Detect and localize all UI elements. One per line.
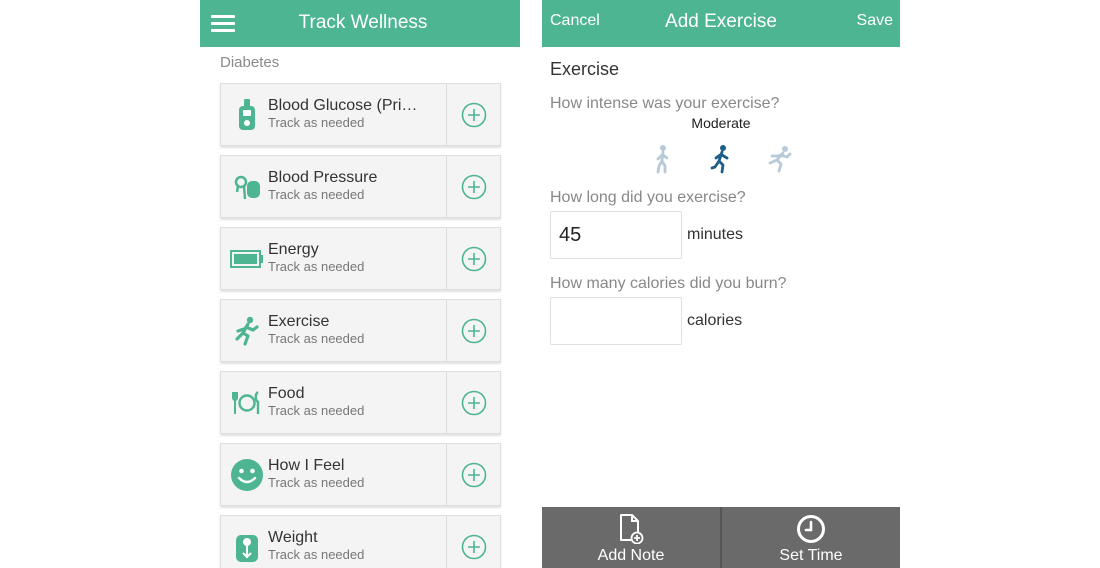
plus-circle-icon: [461, 246, 487, 271]
item-subtitle: Track as needed: [268, 547, 365, 562]
intensity-high-option[interactable]: [767, 144, 793, 174]
item-subtitle: Track as needed: [268, 115, 365, 130]
section-heading: Exercise: [550, 59, 620, 79]
intensity-question: How intense was your exercise?: [550, 95, 780, 112]
set-time-label: Set Time: [779, 547, 843, 564]
add-exercise-button[interactable]: [446, 300, 501, 361]
smiley-face-icon: [229, 457, 265, 493]
item-name: Blood Pressure: [268, 169, 378, 186]
add-food-button[interactable]: [446, 372, 501, 433]
item-subtitle: Track as needed: [268, 187, 365, 202]
plus-circle-icon: [461, 462, 487, 487]
item-name: Energy: [268, 241, 319, 258]
save-button[interactable]: Save: [857, 12, 893, 30]
clock-icon: [796, 514, 826, 549]
page-title: Add Exercise: [665, 11, 777, 32]
calories-unit-label: calories: [687, 312, 743, 329]
list-item-how-i-feel[interactable]: How I Feel Track as needed: [220, 443, 501, 506]
plate-utensils-icon: [229, 385, 265, 421]
calories-input[interactable]: [550, 297, 682, 345]
intensity-value: Moderate: [691, 115, 751, 131]
item-name: Exercise: [268, 313, 330, 330]
section-label: Diabetes: [220, 54, 280, 71]
running-person-icon: [710, 145, 729, 174]
list-item-energy[interactable]: Energy Track as needed: [220, 227, 501, 290]
add-note-button[interactable]: Add Note: [542, 507, 720, 568]
glucose-meter-icon: [229, 97, 265, 133]
calories-question: How many calories did you burn?: [550, 275, 787, 292]
plus-circle-icon: [461, 318, 487, 343]
sprinting-person-icon: [768, 146, 792, 173]
plus-circle-icon: [461, 174, 487, 199]
bottom-toolbar: Add Note Set Time: [542, 507, 900, 568]
scale-icon: [229, 529, 265, 565]
intensity-moderate-option[interactable]: [708, 144, 734, 174]
running-person-icon: [229, 313, 265, 349]
list-item-weight[interactable]: Weight Track as needed: [220, 515, 501, 568]
add-note-label: Add Note: [597, 547, 665, 564]
item-subtitle: Track as needed: [268, 259, 365, 274]
item-subtitle: Track as needed: [268, 331, 365, 346]
add-weight-button[interactable]: [446, 516, 501, 568]
add-note-icon: [618, 514, 644, 549]
intensity-low-option[interactable]: [650, 144, 676, 174]
walking-person-icon: [656, 145, 669, 174]
page-title: Track Wellness: [298, 12, 428, 33]
item-name: Weight: [268, 529, 318, 546]
plus-circle-icon: [461, 390, 487, 415]
blood-pressure-cuff-icon: [229, 169, 265, 205]
left-header-bar: Track Wellness: [200, 0, 520, 47]
list-item-blood-glucose[interactable]: Blood Glucose (Pri… Track as needed: [220, 83, 501, 146]
item-name: Food: [268, 385, 305, 402]
add-exercise-screen: Cancel Add Exercise Save Exercise How in…: [542, 0, 900, 568]
list-item-food[interactable]: Food Track as needed: [220, 371, 501, 434]
add-energy-button[interactable]: [446, 228, 501, 289]
item-name: How I Feel: [268, 457, 345, 474]
item-name: Blood Glucose (Pri…: [268, 97, 418, 114]
list-item-exercise[interactable]: Exercise Track as needed: [220, 299, 501, 362]
duration-unit-label: minutes: [687, 226, 744, 243]
track-wellness-screen: Track Wellness Diabetes Blood Glucose (P…: [200, 0, 520, 568]
battery-icon: [229, 241, 265, 277]
item-subtitle: Track as needed: [268, 475, 365, 490]
right-header-bar: Cancel Add Exercise Save: [542, 0, 900, 47]
set-time-button[interactable]: Set Time: [722, 507, 900, 568]
duration-question: How long did you exercise?: [550, 189, 746, 206]
item-subtitle: Track as needed: [268, 403, 365, 418]
add-how-i-feel-button[interactable]: [446, 444, 501, 505]
plus-circle-icon: [461, 534, 487, 559]
list-item-blood-pressure[interactable]: Blood Pressure Track as needed: [220, 155, 501, 218]
add-blood-pressure-button[interactable]: [446, 156, 501, 217]
duration-input[interactable]: [550, 211, 682, 259]
add-blood-glucose-button[interactable]: [446, 84, 501, 145]
plus-circle-icon: [461, 102, 487, 127]
